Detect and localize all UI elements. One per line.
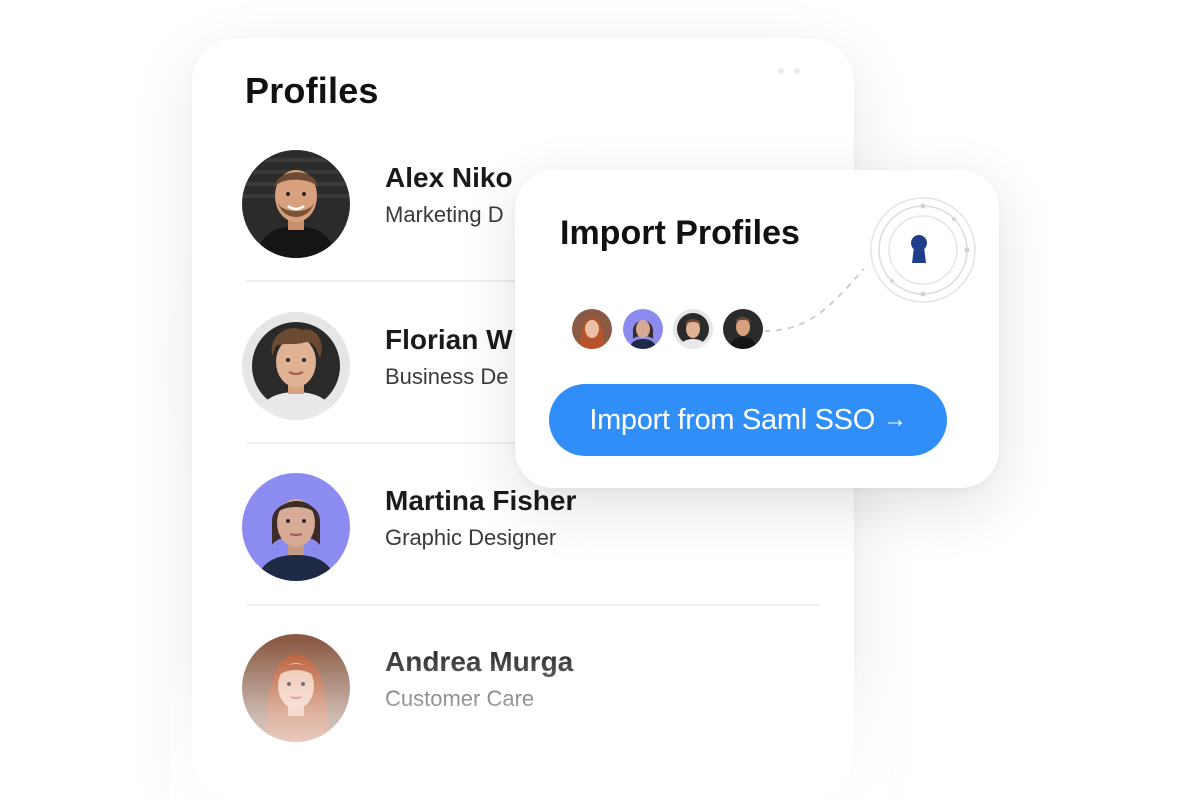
import-title: Import Profiles — [560, 214, 800, 252]
martina-photo-icon — [242, 473, 350, 581]
alex-photo-icon — [242, 150, 350, 258]
connector-line — [760, 255, 880, 345]
row-divider — [246, 604, 820, 606]
andrea-photo-icon — [242, 634, 350, 742]
florian-photo-icon — [242, 312, 350, 420]
profile-name: Andrea Murga — [385, 646, 574, 677]
card-dots — [778, 68, 800, 74]
avatar — [242, 634, 350, 742]
profile-role: Business De — [385, 364, 509, 389]
import-saml-sso-button[interactable]: Import from Saml SSO → — [549, 384, 947, 456]
mini-avatar — [673, 309, 713, 349]
keyhole-icon — [868, 195, 978, 305]
martina-photo-icon — [623, 309, 663, 349]
mini-avatar — [572, 309, 612, 349]
import-button-label: Import from Saml SSO — [589, 403, 875, 436]
alex-photo-icon — [723, 309, 763, 349]
avatar — [242, 473, 350, 581]
profile-role: Graphic Designer — [385, 525, 557, 550]
andrea-photo-icon — [572, 309, 612, 349]
mini-avatar — [723, 309, 763, 349]
avatar — [242, 312, 350, 420]
profile-row[interactable]: Andrea Murga Customer Care — [242, 634, 822, 744]
profiles-title: Profiles — [245, 70, 379, 111]
profile-role: Customer Care — [385, 686, 535, 711]
profile-name: Florian W — [385, 324, 513, 355]
arrow-right-icon: → — [882, 406, 907, 433]
mini-avatar — [623, 309, 663, 349]
avatar — [242, 150, 350, 258]
profile-name: Alex Niko — [385, 162, 513, 193]
florian-photo-icon — [673, 309, 713, 349]
profile-row[interactable]: Martina Fisher Graphic Designer — [242, 473, 822, 583]
profile-role: Marketing D — [385, 202, 504, 227]
profile-name: Martina Fisher — [385, 485, 577, 516]
